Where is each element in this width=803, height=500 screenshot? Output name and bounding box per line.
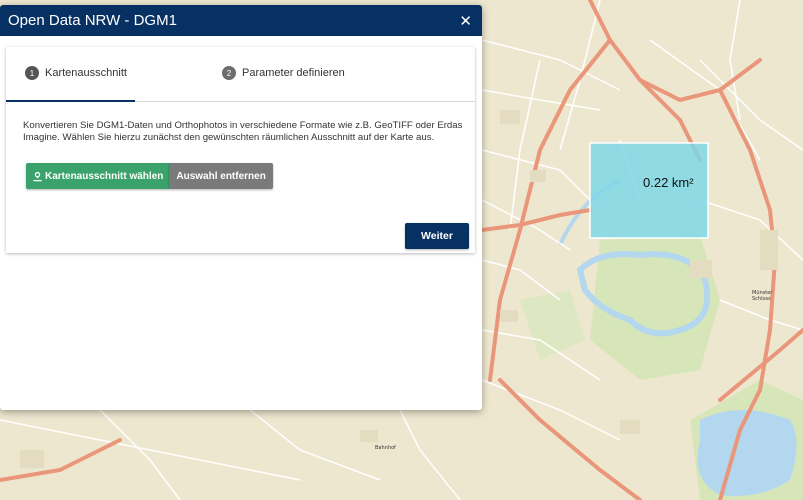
close-icon[interactable]: ✕ bbox=[459, 12, 472, 30]
active-step-indicator bbox=[6, 100, 135, 102]
description-text: Konvertieren Sie DGM1-Daten und Orthopho… bbox=[23, 120, 463, 143]
dialog-title: Open Data NRW - DGM1 bbox=[8, 12, 177, 29]
step-kartenausschnitt[interactable]: 1 Kartenausschnitt bbox=[25, 66, 127, 80]
step-number: 1 bbox=[25, 66, 39, 80]
map-marker-user-icon bbox=[32, 171, 43, 182]
step-parameter[interactable]: 2 Parameter definieren bbox=[222, 66, 345, 80]
step-label: Parameter definieren bbox=[242, 67, 345, 79]
select-area-label: Kartenausschnitt wählen bbox=[45, 170, 164, 182]
selection-rectangle[interactable] bbox=[589, 142, 709, 239]
select-area-button[interactable]: Kartenausschnitt wählen bbox=[26, 163, 170, 189]
remove-selection-button[interactable]: Auswahl entfernen bbox=[169, 163, 273, 189]
dialog-titlebar: Open Data NRW - DGM1 ✕ bbox=[0, 5, 482, 36]
lake bbox=[697, 410, 797, 496]
selection-area-label: 0.22 km² bbox=[643, 175, 694, 190]
selection-buttons: Kartenausschnitt wählen Auswahl entferne… bbox=[26, 163, 273, 189]
next-button[interactable]: Weiter bbox=[405, 223, 469, 249]
dgm1-dialog: Open Data NRW - DGM1 ✕ 1 Kartenausschnit… bbox=[0, 5, 482, 410]
wizard-card: 1 Kartenausschnitt 2 Parameter definiere… bbox=[6, 47, 475, 253]
step-number: 2 bbox=[222, 66, 236, 80]
step-label: Kartenausschnitt bbox=[45, 67, 127, 79]
map-place-label: Bahnhof bbox=[375, 445, 396, 451]
wizard-steps: 1 Kartenausschnitt 2 Parameter definiere… bbox=[6, 47, 475, 102]
map-place-label: Münster Schloss bbox=[752, 290, 773, 302]
